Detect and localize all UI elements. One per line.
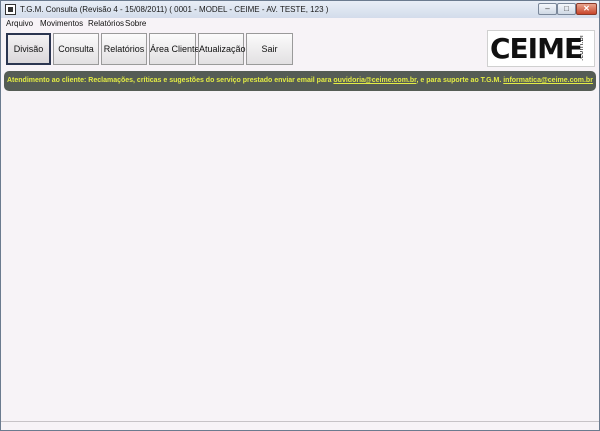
sair-button[interactable]: Sair: [246, 33, 293, 65]
app-icon[interactable]: [5, 4, 16, 15]
informatica-email-link[interactable]: informatica@ceime.com.br: [503, 77, 593, 84]
menu-bar: Arquivo Movimentos Relatórios Sobre: [1, 18, 599, 29]
atualizacao-button[interactable]: Atualização: [198, 33, 246, 65]
notice-text: Atendimento ao cliente: Reclamações, crí…: [7, 76, 593, 86]
main-content-area: [4, 93, 596, 419]
notice-part1: Atendimento ao cliente: Reclamações, crí…: [7, 77, 334, 84]
divisao-button[interactable]: Divisão: [6, 33, 51, 65]
menu-relatorios[interactable]: Relatórios: [88, 18, 124, 29]
application-window: T.G.M. Consulta (Revisão 4 - 15/08/2011)…: [0, 0, 600, 431]
customer-notice-banner: Atendimento ao cliente: Reclamações, crí…: [4, 71, 596, 91]
consulta-button[interactable]: Consulta: [53, 33, 99, 65]
status-bar-divider: [1, 421, 599, 422]
area-cliente-button[interactable]: Área Cliente: [149, 33, 200, 65]
menu-movimentos[interactable]: Movimentos: [40, 18, 83, 29]
menu-arquivo[interactable]: Arquivo: [6, 18, 33, 29]
menu-sobre[interactable]: Sobre: [125, 18, 146, 29]
logo-domain-label: .com.br: [580, 35, 585, 61]
close-button[interactable]: ✕: [576, 3, 597, 15]
maximize-button[interactable]: □: [557, 3, 576, 15]
logo-text: CEIME: [490, 32, 583, 65]
relatorios-button[interactable]: Relatórios: [101, 33, 147, 65]
ouvidoria-email-link[interactable]: ouvidoria@ceime.com.br: [333, 77, 416, 84]
notice-part2: , e para suporte ao T.G.M.: [416, 77, 504, 84]
window-title: T.G.M. Consulta (Revisão 4 - 15/08/2011)…: [20, 5, 329, 14]
title-bar[interactable]: T.G.M. Consulta (Revisão 4 - 15/08/2011)…: [1, 1, 599, 19]
ceime-logo: CEIME .com.br: [487, 30, 595, 67]
minimize-button[interactable]: –: [538, 3, 557, 15]
svg-text:.com.br: .com.br: [580, 35, 585, 61]
